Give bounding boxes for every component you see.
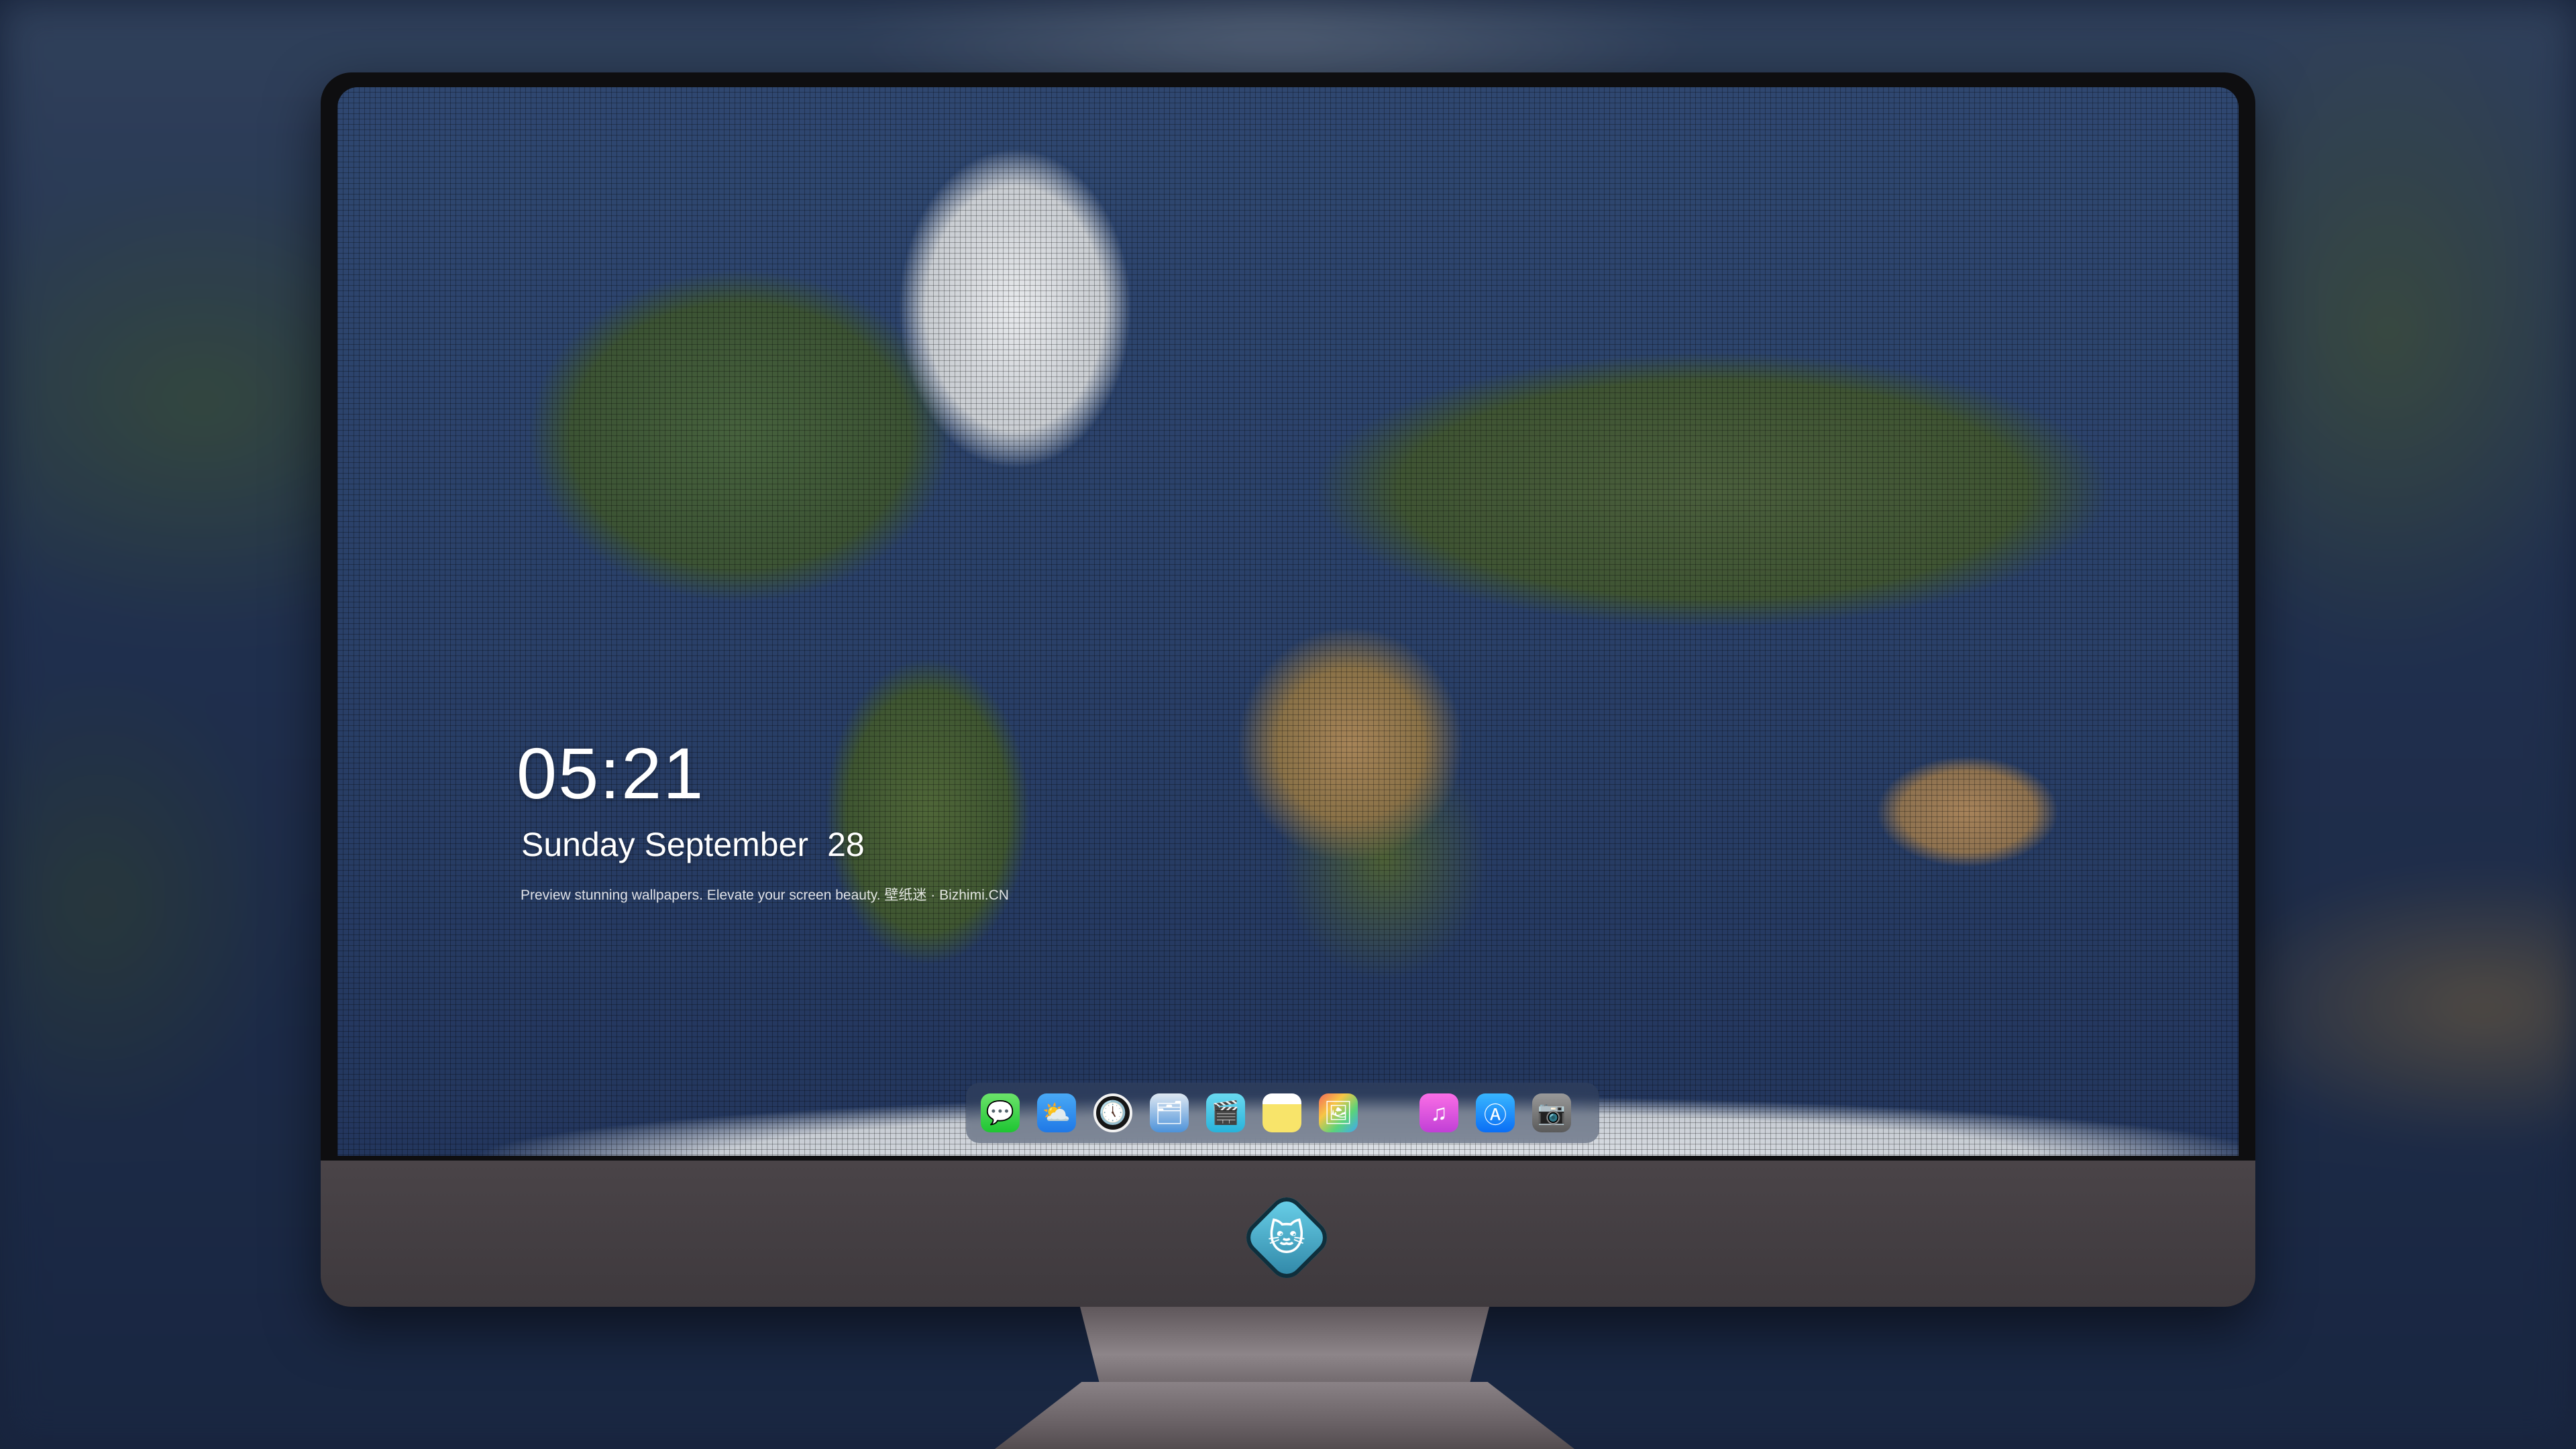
clips-glyph: 🎬 [1211, 1100, 1240, 1126]
photos-icon[interactable]: 🖼 [1319, 1093, 1358, 1132]
wallpaper-tagline: Preview stunning wallpapers. Elevate you… [521, 888, 1009, 903]
camera-glyph: 📷 [1537, 1100, 1566, 1126]
music-icon[interactable]: ♫ [1419, 1093, 1458, 1132]
monitor-stand-base [986, 1382, 1583, 1449]
camera-icon[interactable]: 📷 [1532, 1093, 1571, 1132]
clock-icon[interactable]: 🕔 [1093, 1093, 1132, 1132]
messages-icon[interactable]: 💬 [981, 1093, 1020, 1132]
notes-icon[interactable] [1263, 1093, 1301, 1132]
desktop-screen-wallpaper [337, 87, 2239, 1156]
app-store-icon[interactable]: Ⓐ [1476, 1093, 1515, 1132]
monitor-stand-neck [1080, 1307, 1489, 1387]
mascot-logo-glyph: 🐱 [1267, 1218, 1306, 1258]
dock: 💬 ⛅ 🕔 🗂 🎬 🖼 ♫ Ⓐ 📷 [966, 1083, 1599, 1143]
clips-icon[interactable]: 🎬 [1206, 1093, 1245, 1132]
messages-glyph: 💬 [985, 1100, 1015, 1126]
weather-glyph: ⛅ [1042, 1100, 1071, 1126]
lockscreen-time: 05:21 [517, 733, 705, 814]
finder-icon[interactable]: 🗂 [1150, 1093, 1189, 1132]
photos-glyph: 🖼 [1324, 1100, 1353, 1126]
music-glyph: ♫ [1430, 1099, 1448, 1126]
lockscreen-day: 28 [827, 826, 865, 863]
clock-glyph: 🕔 [1098, 1100, 1128, 1126]
app-store-glyph: Ⓐ [1484, 1102, 1507, 1128]
weather-icon[interactable]: ⛅ [1037, 1093, 1076, 1132]
finder-glyph: 🗂 [1155, 1100, 1184, 1126]
lockscreen-weekday-month: Sunday September [521, 826, 809, 863]
lockscreen-date: Sunday September 28 [521, 825, 865, 864]
